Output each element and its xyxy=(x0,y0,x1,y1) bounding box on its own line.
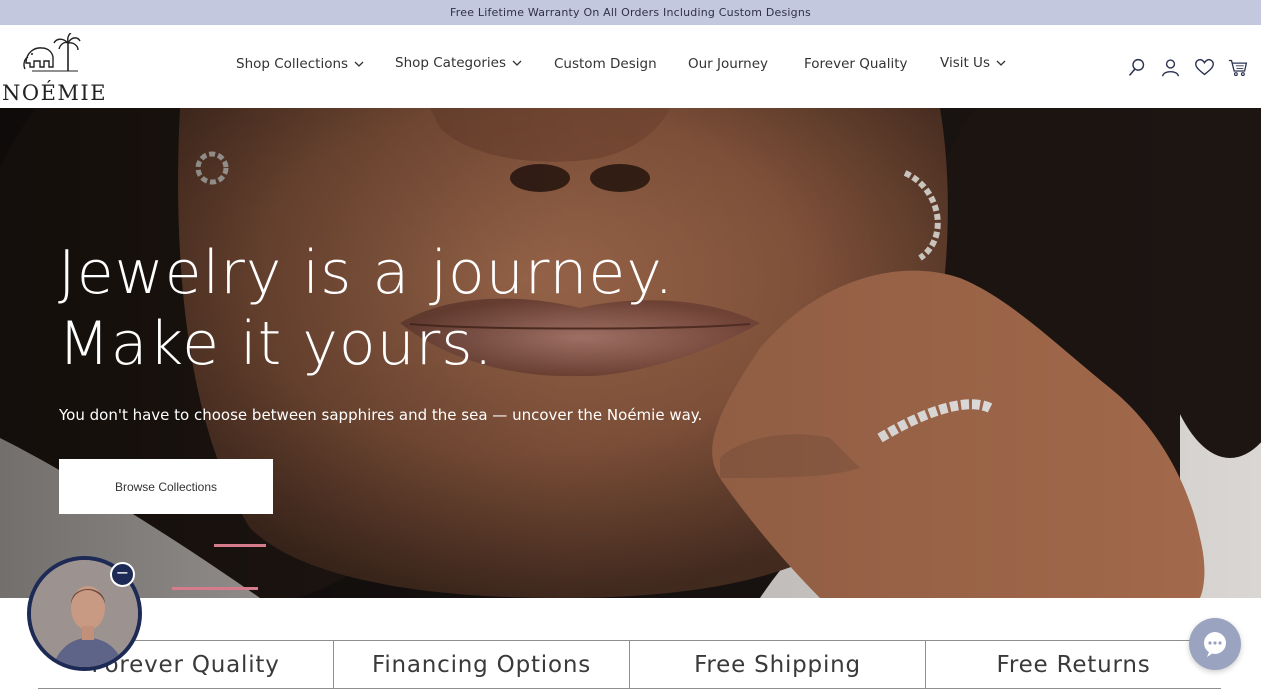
nav-label: Shop Collections xyxy=(236,56,349,72)
nav-our-journey[interactable]: Our Journey xyxy=(688,56,768,72)
nav-label: Our Journey xyxy=(688,56,768,72)
hero-title: Jewelry is a journey. Make it yours. xyxy=(58,238,818,380)
chat-bubble-icon xyxy=(1204,632,1226,657)
feature-label: Free Shipping xyxy=(694,651,861,678)
feature-free-returns[interactable]: Free Returns xyxy=(926,641,1221,688)
feature-financing-options[interactable]: Financing Options xyxy=(334,641,630,688)
nav-label: Custom Design xyxy=(554,56,657,72)
feature-label: Free Returns xyxy=(996,651,1151,678)
cart-icon[interactable] xyxy=(1228,57,1249,78)
main-nav: Shop Collections Shop Categories Custom … xyxy=(0,55,1261,78)
browse-collections-button[interactable]: Browse Collections xyxy=(59,459,273,514)
feature-strip: Forever Quality Financing Options Free S… xyxy=(38,640,1221,689)
chevron-down-icon xyxy=(354,61,364,67)
decorative-dash xyxy=(172,587,258,590)
feature-label: Financing Options xyxy=(371,651,592,678)
chevron-down-icon xyxy=(996,60,1006,66)
hero-banner: Jewelry is a journey. Make it yours. You… xyxy=(0,108,1261,598)
nav-shop-collections[interactable]: Shop Collections xyxy=(236,56,364,72)
brand-name: NOÉMIE xyxy=(2,81,108,105)
nav-label: Shop Categories xyxy=(395,55,507,71)
feature-free-shipping[interactable]: Free Shipping xyxy=(630,641,926,688)
hero-title-line2: Make it yours. xyxy=(58,309,494,379)
chevron-down-icon xyxy=(512,60,522,66)
announcement-bar: Free Lifetime Warranty On All Orders Inc… xyxy=(0,0,1261,25)
nav-visit-us[interactable]: Visit Us xyxy=(940,55,1006,71)
account-icon[interactable] xyxy=(1160,57,1181,78)
nav-label: Visit Us xyxy=(940,55,990,71)
header-icons xyxy=(1126,55,1249,79)
announcement-text: Free Lifetime Warranty On All Orders Inc… xyxy=(450,6,811,19)
nav-custom-design[interactable]: Custom Design xyxy=(554,56,657,72)
hero-subtitle: You don't have to choose between sapphir… xyxy=(59,406,703,424)
wishlist-heart-icon[interactable] xyxy=(1194,57,1215,78)
chat-launcher-button[interactable] xyxy=(1189,618,1241,670)
decorative-dash xyxy=(214,544,266,547)
video-bubble-close-button[interactable]: − xyxy=(110,562,135,587)
site-header: NOÉMIE Shop Collections Shop Categories … xyxy=(0,25,1261,108)
hero-title-line1: Jewelry is a journey. xyxy=(58,238,675,308)
nav-shop-categories[interactable]: Shop Categories xyxy=(395,55,522,71)
search-icon[interactable] xyxy=(1126,57,1147,78)
nav-forever-quality[interactable]: Forever Quality xyxy=(804,56,907,72)
nav-label: Forever Quality xyxy=(804,56,908,72)
